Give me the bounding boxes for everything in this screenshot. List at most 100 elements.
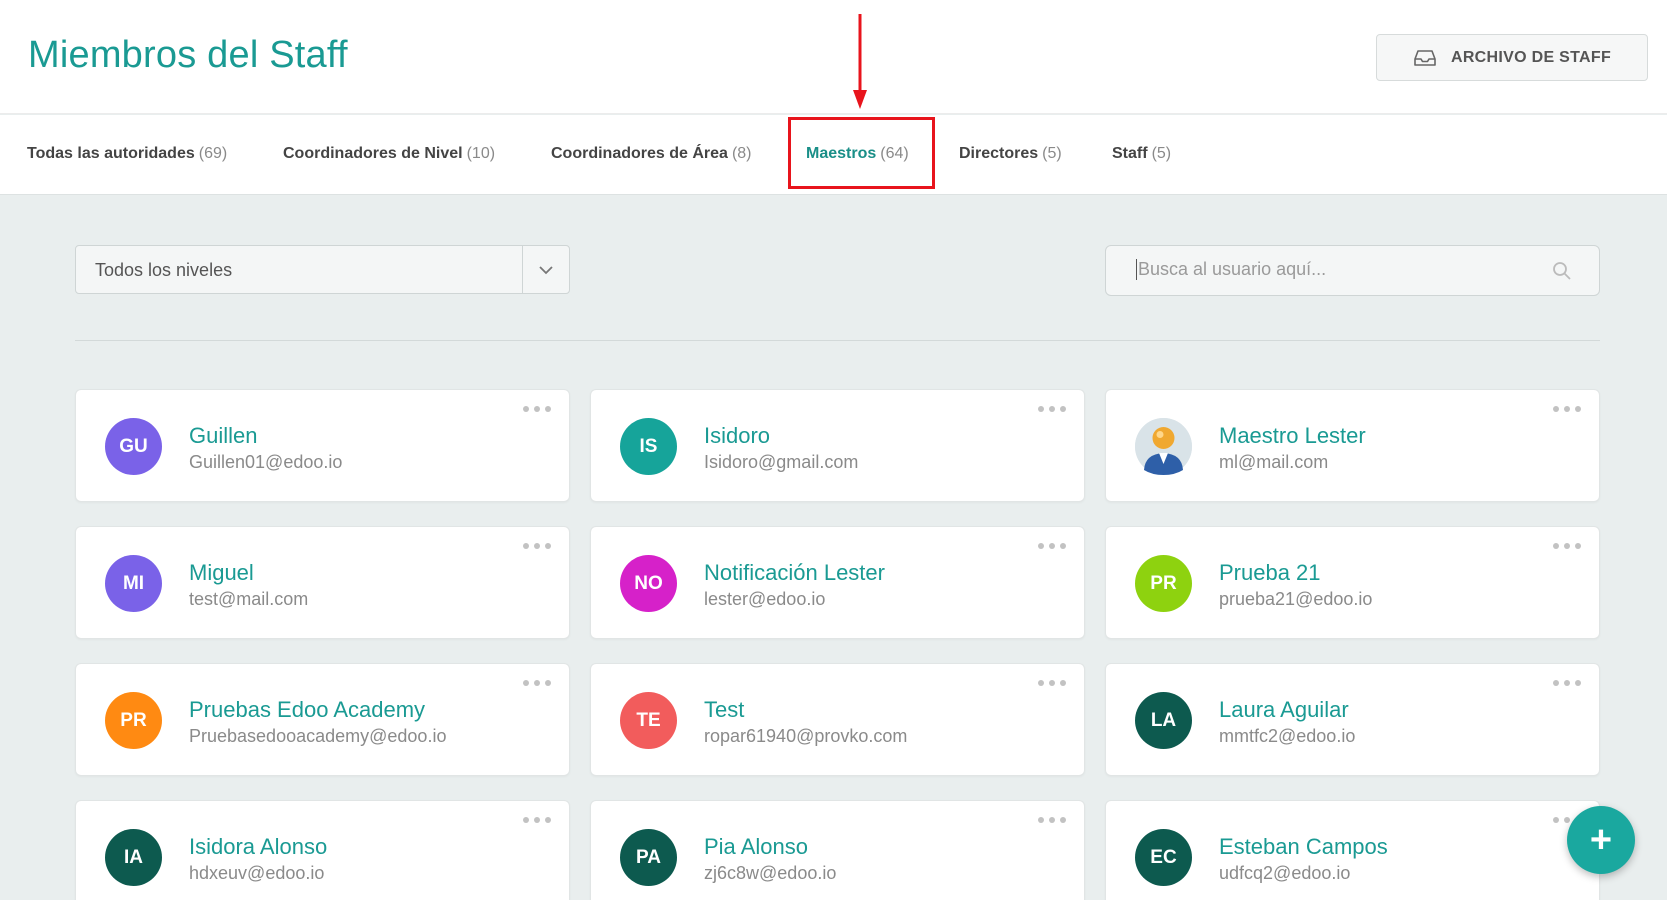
tab-all-authorities[interactable]: Todas las autoridades (69) <box>27 145 227 163</box>
member-card[interactable]: IS Isidoro Isidoro@gmail.com <box>590 389 1085 502</box>
more-options-icon[interactable] <box>1038 541 1066 551</box>
member-card[interactable]: PA Pia Alonso zj6c8w@edoo.io <box>590 800 1085 900</box>
member-card[interactable]: TE Test ropar61940@provko.com <box>590 663 1085 776</box>
avatar-initials: EC <box>1150 846 1177 868</box>
tab-label: Coordinadores de Área <box>551 145 728 162</box>
avatar: EC <box>1135 829 1192 886</box>
avatar-initials: MI <box>122 572 145 594</box>
member-name[interactable]: Miguel <box>189 560 254 586</box>
menu-dot <box>1575 543 1581 549</box>
member-name[interactable]: Esteban Campos <box>1219 834 1388 860</box>
member-name[interactable]: Guillen <box>189 423 257 449</box>
archive-staff-button[interactable]: ARCHIVO DE STAFF <box>1376 34 1648 81</box>
menu-dot <box>545 680 551 686</box>
more-options-icon[interactable] <box>1038 815 1066 825</box>
member-email: Pruebasedooacademy@edoo.io <box>189 726 447 746</box>
more-options-icon[interactable] <box>523 678 551 688</box>
search-icon[interactable] <box>1552 261 1572 281</box>
more-options-icon[interactable] <box>523 541 551 551</box>
member-name[interactable]: Prueba 21 <box>1219 560 1321 586</box>
more-options-icon[interactable] <box>1553 541 1581 551</box>
menu-dot <box>1049 680 1055 686</box>
menu-dot <box>1049 817 1055 823</box>
tab-directors[interactable]: Directores (5) <box>959 145 1062 163</box>
avatar-initials: IS <box>639 435 658 457</box>
avatar: PR <box>105 692 162 749</box>
member-card[interactable]: MI Miguel test@mail.com <box>75 526 570 639</box>
member-card[interactable]: LA Laura Aguilar mmtfc2@edoo.io <box>1105 663 1600 776</box>
chevron-down-icon <box>539 266 553 275</box>
menu-dot <box>1553 817 1559 823</box>
highlight-annotation-box <box>788 117 935 189</box>
tab-label: Staff <box>1112 145 1148 162</box>
menu-dot <box>534 543 540 549</box>
member-email: Isidoro@gmail.com <box>704 452 859 472</box>
member-card[interactable]: PR Prueba 21 prueba21@edoo.io <box>1105 526 1600 639</box>
inbox-icon <box>1414 49 1436 66</box>
avatar: PA <box>620 829 677 886</box>
member-name[interactable]: Isidoro <box>704 423 770 449</box>
more-options-icon[interactable] <box>1038 678 1066 688</box>
menu-dot <box>1564 406 1570 412</box>
menu-dot <box>545 817 551 823</box>
more-options-icon[interactable] <box>523 815 551 825</box>
avatar-initials: PR <box>1150 572 1177 594</box>
member-email: prueba21@edoo.io <box>1219 589 1373 609</box>
menu-dot <box>1575 680 1581 686</box>
menu-dot <box>523 406 529 412</box>
menu-dot <box>523 543 529 549</box>
tab-label: Directores <box>959 145 1039 162</box>
menu-dot <box>1564 543 1570 549</box>
member-name[interactable]: Notificación Lester <box>704 560 885 586</box>
more-options-icon[interactable] <box>1038 404 1066 414</box>
members-grid: GU Guillen Guillen01@edoo.io IS Isidoro Isido… <box>75 389 1600 900</box>
level-filter-value: Todos los niveles <box>95 260 233 280</box>
menu-dot <box>1049 543 1055 549</box>
tab-label: Coordinadores de Nivel <box>283 145 463 162</box>
avatar-initials: TE <box>636 709 661 731</box>
menu-dot <box>1038 543 1044 549</box>
avatar-initials: PA <box>636 846 661 868</box>
tab-staff[interactable]: Staff (5) <box>1112 145 1171 163</box>
member-email: udfcq2@edoo.io <box>1219 863 1351 883</box>
page-title: Miembros del Staff <box>28 34 348 76</box>
more-options-icon[interactable] <box>523 404 551 414</box>
tab-area-coordinators[interactable]: Coordinadores de Área (8) <box>551 145 752 163</box>
archive-staff-label: ARCHIVO DE STAFF <box>1450 48 1612 66</box>
menu-dot <box>1553 406 1559 412</box>
member-name[interactable]: Laura Aguilar <box>1219 697 1349 723</box>
member-card[interactable]: GU Guillen Guillen01@edoo.io <box>75 389 570 502</box>
member-name[interactable]: Pruebas Edoo Academy <box>189 697 425 723</box>
member-name[interactable]: Isidora Alonso <box>189 834 327 860</box>
member-name[interactable]: Test <box>704 697 744 723</box>
member-card[interactable]: NO Notificación Lester lester@edoo.io <box>590 526 1085 639</box>
avatar: IS <box>620 418 677 475</box>
menu-dot <box>523 817 529 823</box>
user-search <box>1105 245 1600 296</box>
select-divider <box>522 246 523 293</box>
tab-level-coordinators[interactable]: Coordinadores de Nivel (10) <box>283 145 495 163</box>
member-card[interactable]: PR Pruebas Edoo Academy Pruebasedooacademy… <box>75 663 570 776</box>
menu-dot <box>534 817 540 823</box>
avatar: MI <box>105 555 162 612</box>
down-arrow-annotation-icon <box>853 14 867 109</box>
menu-dot <box>1564 817 1570 823</box>
more-options-icon[interactable] <box>1553 678 1581 688</box>
member-email: test@mail.com <box>189 589 309 609</box>
member-email: ropar61940@provko.com <box>704 726 908 746</box>
member-name[interactable]: Pia Alonso <box>704 834 808 860</box>
avatar-initials: IA <box>124 846 143 868</box>
menu-dot <box>1575 406 1581 412</box>
member-card[interactable]: Maestro Lester ml@mail.com <box>1105 389 1600 502</box>
more-options-icon[interactable] <box>1553 404 1581 414</box>
member-card[interactable]: EC Esteban Campos udfcq2@edoo.io <box>1105 800 1600 900</box>
add-member-button[interactable]: + <box>1567 806 1635 874</box>
search-input[interactable] <box>1136 259 1536 280</box>
level-filter-select[interactable]: Todos los niveles <box>75 245 570 294</box>
member-card[interactable]: IA Isidora Alonso hdxeuv@edoo.io <box>75 800 570 900</box>
tab-count: (10) <box>466 145 496 162</box>
menu-dot <box>534 406 540 412</box>
menu-dot <box>1060 680 1066 686</box>
member-email: ml@mail.com <box>1219 452 1329 472</box>
member-name[interactable]: Maestro Lester <box>1219 423 1366 449</box>
